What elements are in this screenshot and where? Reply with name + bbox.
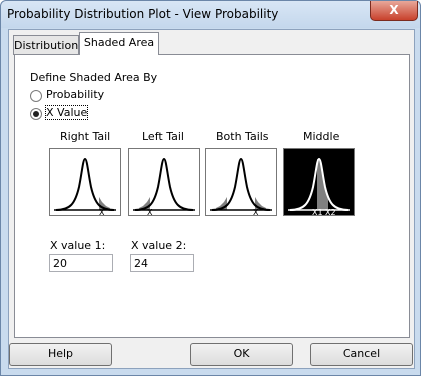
right-tail-option[interactable]: X	[49, 148, 121, 217]
middle-x1-marker: X1	[312, 208, 323, 215]
help-button[interactable]: Help	[9, 343, 112, 366]
ok-button[interactable]: OK	[190, 343, 293, 366]
close-icon: X	[389, 3, 399, 17]
window-title: Probability Distribution Plot - View Pro…	[7, 7, 279, 21]
tab-shaded-area[interactable]: Shaded Area	[79, 32, 159, 55]
x-value-radio-label[interactable]: X Value	[44, 105, 89, 120]
both-tails-option[interactable]: X	[205, 148, 277, 217]
both-tails-curve-icon: X	[210, 157, 272, 217]
probability-radio-label[interactable]: Probability	[46, 88, 104, 101]
right-tail-x-marker: X	[99, 208, 105, 215]
tab-distribution[interactable]: Distribution	[13, 35, 79, 55]
x-value-1-input[interactable]: 20	[49, 254, 113, 272]
left-tail-x-marker: X	[147, 208, 153, 215]
x-value-2-label: X value 2:	[131, 239, 187, 252]
middle-option[interactable]: X1 X2	[283, 148, 355, 217]
title-bar[interactable]: Probability Distribution Plot - View Pro…	[1, 1, 420, 28]
define-shaded-area-label: Define Shaded Area By	[30, 71, 158, 84]
left-tail-option[interactable]: X	[128, 148, 200, 217]
help-button-label: Help	[47, 347, 74, 360]
probability-radio[interactable]	[30, 90, 42, 102]
left-tail-label: Left Tail	[142, 130, 184, 143]
x-value-radio[interactable]	[30, 108, 42, 120]
middle-label: Middle	[303, 130, 340, 143]
cancel-button-label: Cancel	[342, 347, 381, 360]
x-value-1-label: X value 1:	[50, 239, 106, 252]
tab-shaded-area-label: Shaded Area	[83, 36, 155, 49]
left-tail-curve-icon: X	[133, 157, 195, 217]
middle-curve-icon: X1 X2	[288, 157, 350, 217]
ok-button-label: OK	[233, 347, 250, 360]
dialog-client: Distribution Shaded Area Define Shaded A…	[8, 29, 415, 369]
x-value-2-input[interactable]: 24	[130, 254, 194, 272]
right-tail-label: Right Tail	[60, 130, 111, 143]
both-tails-x-marker: X	[253, 208, 259, 215]
both-tails-label: Both Tails	[216, 130, 269, 143]
shaded-area-panel: Define Shaded Area By Probability X Valu…	[14, 54, 410, 338]
cancel-button[interactable]: Cancel	[310, 343, 413, 366]
right-tail-curve-icon: X	[54, 157, 116, 217]
close-button[interactable]: X	[370, 1, 418, 21]
dialog-footer: Help OK Cancel	[9, 340, 414, 368]
dialog-window: Probability Distribution Plot - View Pro…	[0, 0, 421, 376]
tab-distribution-label: Distribution	[14, 39, 79, 52]
middle-x2-marker: X2	[325, 208, 336, 215]
